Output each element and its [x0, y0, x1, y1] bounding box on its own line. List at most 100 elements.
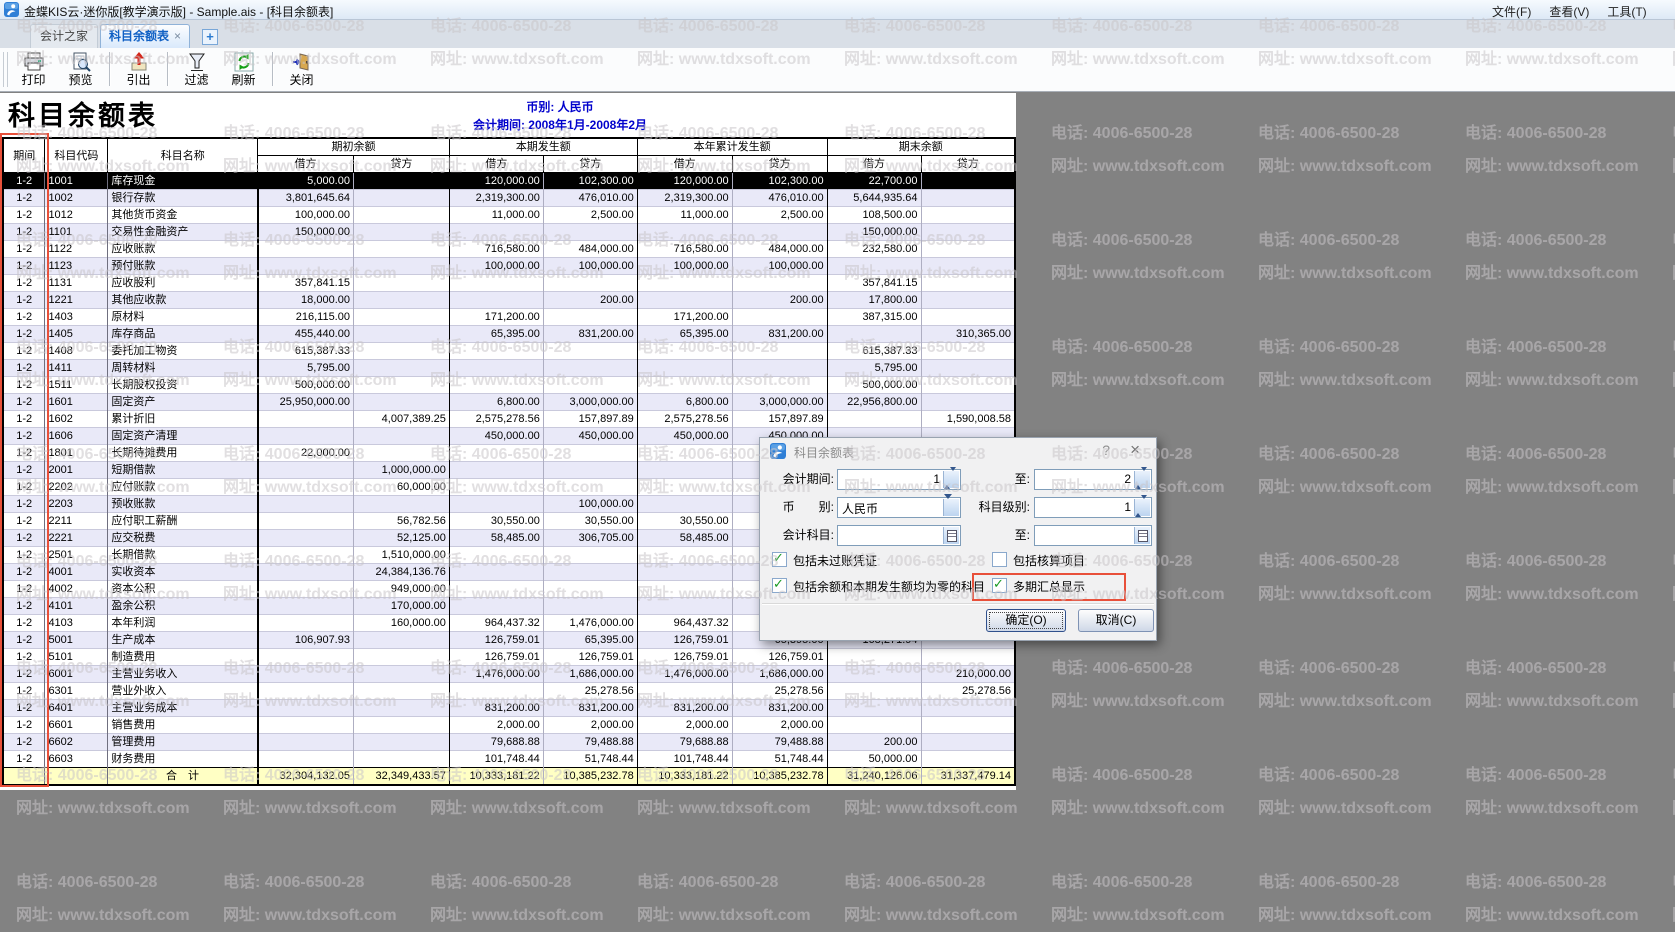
table-row[interactable]: 1-21123预付账款100,000.00100,000.00100,000.0…	[3, 258, 1015, 275]
cell: 1-2	[3, 309, 45, 326]
checkbox-include-zero[interactable]: 包括余额和本期发生额均为零的科目	[772, 578, 985, 594]
dropdown-arrow-icon[interactable]	[943, 499, 959, 516]
browse-icon[interactable]	[943, 527, 959, 544]
toolbar-gripper-icon[interactable]	[3, 52, 8, 87]
table-row[interactable]: 1-21602累计折旧4,007,389.252,575,278.56157,8…	[3, 411, 1015, 428]
cell	[921, 360, 1015, 377]
cell: 1-2	[3, 666, 45, 683]
browse-icon[interactable]	[1134, 527, 1150, 544]
cell: 盈余公积	[108, 598, 258, 615]
cell: 1-2	[3, 751, 45, 768]
period-from-input[interactable]: 1	[837, 469, 961, 490]
table-row[interactable]: 1-21012其他货币资金100,000.0011,000.002,500.00…	[3, 207, 1015, 224]
cell	[637, 445, 732, 462]
cell: 106,907.93	[258, 632, 354, 649]
account-from-input[interactable]	[837, 525, 961, 546]
table-row[interactable]: 1-21601固定资产25,950,000.006,800.003,000,00…	[3, 394, 1015, 411]
cell: 应付账款	[108, 479, 258, 496]
cell	[637, 598, 732, 615]
table-row[interactable]: 1-21131应收股利357,841.15357,841.15	[3, 275, 1015, 292]
spinner-icon[interactable]	[1134, 499, 1150, 516]
toolbar-button-close[interactable]: 关闭	[278, 50, 325, 90]
table-row[interactable]: 1-21405库存商品455,440.0065,395.00831,200.00…	[3, 326, 1015, 343]
cancel-button[interactable]: 取消(C)	[1078, 609, 1154, 632]
menu-item-0[interactable]: 文件(F)	[1492, 3, 1531, 20]
cell	[258, 598, 354, 615]
table-row[interactable]: 1-21002银行存款3,801,645.642,319,300.00476,0…	[3, 190, 1015, 207]
cell: 1-2	[3, 564, 45, 581]
cell: 3,000,000.00	[732, 394, 827, 411]
checkbox-include-unposted[interactable]: 包括未过账凭证	[772, 552, 877, 568]
toolbar-button-filter[interactable]: 过滤	[173, 50, 220, 90]
table-row[interactable]: 1-26001主营业务收入1,476,000.001,686,000.001,4…	[3, 666, 1015, 683]
cell	[258, 547, 354, 564]
tab-account-balance[interactable]: 科目余额表×	[100, 24, 190, 48]
cell: 500,000.00	[827, 377, 921, 394]
cell: 6602	[45, 734, 108, 751]
cell	[258, 649, 354, 666]
ok-button[interactable]: 确定(O)	[986, 609, 1066, 632]
watermark: 电话: 4006-6500-28网址: www.tdxsoft.com	[1465, 759, 1639, 825]
cell: 1-2	[3, 394, 45, 411]
tab-close-icon[interactable]: ×	[174, 29, 181, 43]
table-row[interactable]: 1-21221其他应收款18,000.00200.00200.0017,800.…	[3, 292, 1015, 309]
tab-accounting-home[interactable]: 会计之家	[30, 24, 98, 48]
cell: 2211	[45, 513, 108, 530]
checkbox-multi-period[interactable]: 多期汇总显示	[992, 578, 1085, 594]
table-row[interactable]: 1-21001库存现金5,000.00120,000.00102,300.001…	[3, 173, 1015, 190]
table-row[interactable]: 1-26602管理费用79,688.8879,488.8879,688.8879…	[3, 734, 1015, 751]
cell	[637, 360, 732, 377]
cell: 应付职工薪酬	[108, 513, 258, 530]
cell: 2,000.00	[543, 717, 637, 734]
toolbar-button-export[interactable]: 引出	[115, 50, 162, 90]
table-row[interactable]: 1-26301营业外收入25,278.5625,278.5625,278.56	[3, 683, 1015, 700]
table-row[interactable]: 1-26603财务费用101,748.4451,748.44101,748.44…	[3, 751, 1015, 768]
cell: 累计折旧	[108, 411, 258, 428]
toolbar-button-printer[interactable]: 打印	[10, 50, 57, 90]
table-row[interactable]: 1-21101交易性金融资产150,000.00150,000.00	[3, 224, 1015, 241]
table-row[interactable]: 1-21122应收账款716,580.00484,000.00716,580.0…	[3, 241, 1015, 258]
cell: 357,841.15	[258, 275, 354, 292]
cell: 171,200.00	[449, 309, 543, 326]
table-row[interactable]: 1-25101制造费用126,759.01126,759.01126,759.0…	[3, 649, 1015, 666]
cell: 交易性金融资产	[108, 224, 258, 241]
cell: 1,686,000.00	[732, 666, 827, 683]
dialog-close-button[interactable]: ×	[1130, 440, 1140, 460]
period-to-input[interactable]: 2	[1034, 469, 1152, 490]
dialog-help-button[interactable]: ?	[1102, 442, 1110, 458]
cell: 库存现金	[108, 173, 258, 190]
new-tab-button[interactable]: +	[202, 29, 218, 45]
cell: 1-2	[3, 513, 45, 530]
spinner-icon[interactable]	[1134, 471, 1150, 488]
spinner-icon[interactable]	[943, 471, 959, 488]
cell: 450,000.00	[637, 428, 732, 445]
account-level-input[interactable]: 1	[1034, 497, 1152, 518]
table-row[interactable]: 1-26401主营业务成本831,200.00831,200.00831,200…	[3, 700, 1015, 717]
cell	[353, 496, 449, 513]
cell	[353, 360, 449, 377]
table-row[interactable]: 1-21403原材料216,115.00171,200.00171,200.00…	[3, 309, 1015, 326]
cell: 30,550.00	[637, 513, 732, 530]
cell: 160,000.00	[353, 615, 449, 632]
account-to-input[interactable]	[1034, 525, 1152, 546]
menu-item-2[interactable]: 工具(T)	[1607, 3, 1646, 20]
menu-item-1[interactable]: 查看(V)	[1549, 3, 1589, 20]
currency-label: 币 别:	[766, 497, 834, 518]
cell: 200.00	[827, 734, 921, 751]
dialog-titlebar[interactable]: 科目余额表 ? ×	[760, 438, 1156, 464]
currency-select[interactable]: 人民币	[837, 497, 961, 518]
cell: 17,800.00	[827, 292, 921, 309]
toolbar: 打印预览引出过滤刷新关闭	[0, 48, 1675, 92]
table-row[interactable]: 1-21511长期股权投资500,000.00500,000.00	[3, 377, 1015, 394]
cell	[353, 207, 449, 224]
cell	[449, 445, 543, 462]
table-row[interactable]: 1-26601销售费用2,000.002,000.002,000.002,000…	[3, 717, 1015, 734]
table-row[interactable]: 1-21408委托加工物资615,387.33615,387.33	[3, 343, 1015, 360]
checkbox-include-items[interactable]: 包括核算项目	[992, 552, 1085, 568]
toolbar-button-refresh[interactable]: 刷新	[220, 50, 267, 90]
toolbar-button-preview[interactable]: 预览	[57, 50, 104, 90]
period-label: 会计期间:	[766, 469, 834, 490]
cell: 2,575,278.56	[449, 411, 543, 428]
cell: 500,000.00	[258, 377, 354, 394]
table-row[interactable]: 1-21411周转材料5,795.005,795.00	[3, 360, 1015, 377]
